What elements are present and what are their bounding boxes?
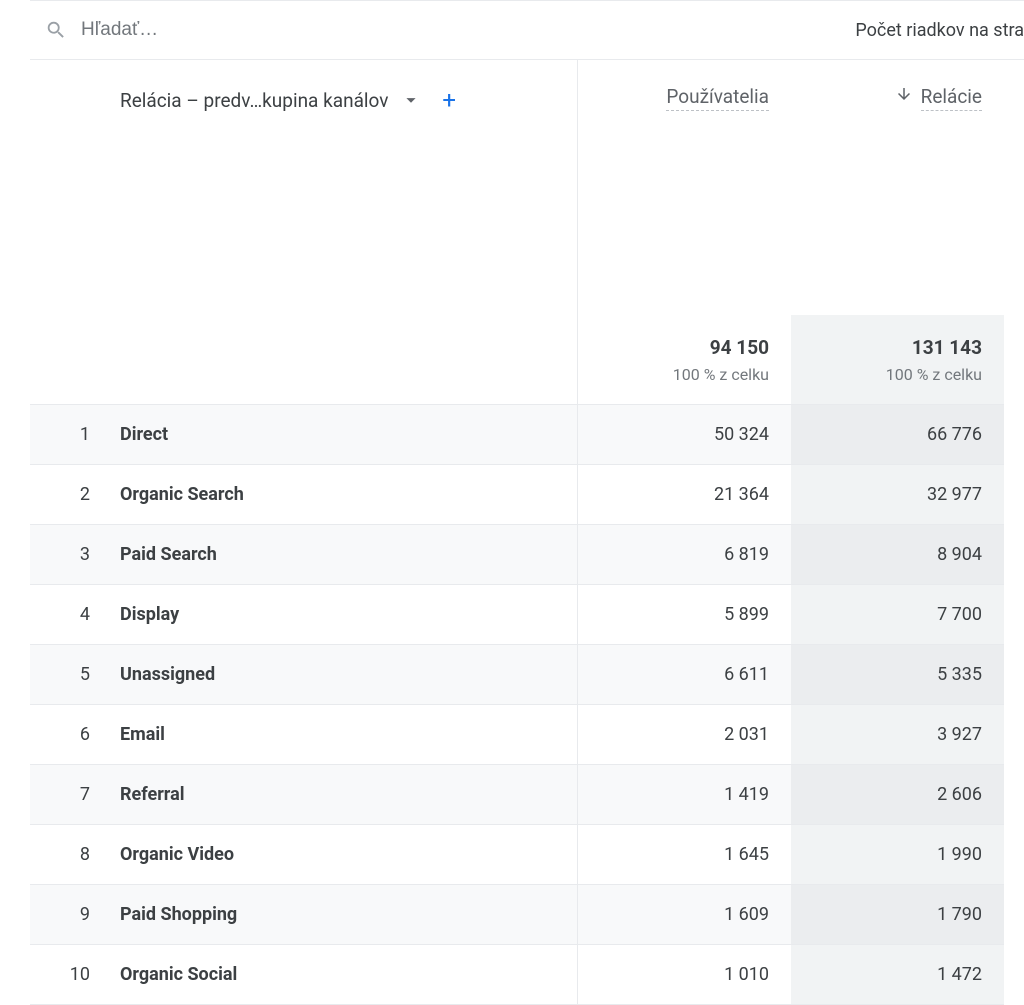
row-label: Organic Search (120, 484, 244, 505)
chevron-down-icon[interactable] (400, 89, 422, 111)
row-index: 1 (30, 424, 120, 445)
metric-label: Používatelia (666, 85, 769, 111)
row-label: Paid Search (120, 544, 217, 565)
metric-header-users[interactable]: Používatelia (578, 60, 791, 135)
metric-cell: 5 899 (578, 585, 791, 645)
metric-cell: 1 645 (578, 825, 791, 885)
rows-per-page-label: Počet riadkov na stra (855, 20, 1024, 41)
row-label: Paid Shopping (120, 904, 237, 925)
row-label: Display (120, 604, 179, 625)
search-input[interactable] (81, 19, 381, 41)
metric-label: Relácie (921, 85, 982, 111)
table-row[interactable]: 9Paid Shopping (30, 885, 577, 945)
row-label: Organic Social (120, 964, 237, 985)
row-label: Referral (120, 784, 185, 805)
row-index: 9 (30, 904, 120, 925)
row-label: Email (120, 724, 165, 745)
metric-cell: 3 927 (791, 705, 1004, 765)
total-value: 131 143 (912, 336, 982, 359)
metric-total-sessions: 131 143 100 % z celku (791, 315, 1004, 405)
total-percent: 100 % z celku (673, 365, 769, 384)
search-row: Počet riadkov na stra (30, 1, 1024, 60)
metric-header-sessions[interactable]: Relácie (791, 60, 1004, 135)
table-row[interactable]: 1Direct (30, 405, 577, 465)
dimension-selector[interactable]: Relácia – predv…kupina kanálov (120, 89, 388, 112)
total-value: 94 150 (710, 336, 769, 359)
metric-cell: 6 819 (578, 525, 791, 585)
metric-cell: 1 010 (578, 945, 791, 1005)
metric-cell: 5 335 (791, 645, 1004, 705)
table-row[interactable]: 5Unassigned (30, 645, 577, 705)
sort-descending-icon (895, 85, 913, 103)
table-row[interactable]: 6Email (30, 705, 577, 765)
row-index: 5 (30, 664, 120, 685)
metric-cell: 6 611 (578, 645, 791, 705)
add-dimension-button[interactable]: + (442, 88, 456, 112)
metric-cell: 1 790 (791, 885, 1004, 945)
metric-cell: 1 472 (791, 945, 1004, 1005)
total-percent: 100 % z celku (886, 365, 982, 384)
row-index: 4 (30, 604, 120, 625)
dimension-header: Relácia – predv…kupina kanálov + (30, 60, 577, 135)
metric-cell: 8 904 (791, 525, 1004, 585)
metric-cell: 2 031 (578, 705, 791, 765)
metric-column-sessions: Relácie 131 143 100 % z celku 66 77632 9… (791, 60, 1004, 1005)
metric-cell: 66 776 (791, 405, 1004, 465)
metric-cell: 1 990 (791, 825, 1004, 885)
row-index: 7 (30, 784, 120, 805)
metric-cell: 1 419 (578, 765, 791, 825)
metric-column-users: Používatelia 94 150 100 % z celku 50 324… (578, 60, 791, 1005)
metric-cell: 50 324 (578, 405, 791, 465)
metric-cell: 21 364 (578, 465, 791, 525)
table-row[interactable]: 8Organic Video (30, 825, 577, 885)
row-index: 2 (30, 484, 120, 505)
table-row[interactable]: 7Referral (30, 765, 577, 825)
table-row[interactable]: 2Organic Search (30, 465, 577, 525)
table-row[interactable]: 3Paid Search (30, 525, 577, 585)
row-index: 6 (30, 724, 120, 745)
row-label: Unassigned (120, 664, 215, 685)
metric-total-users: 94 150 100 % z celku (578, 315, 791, 405)
metric-cell: 1 609 (578, 885, 791, 945)
row-index: 3 (30, 544, 120, 565)
row-index: 10 (30, 964, 120, 985)
table-row[interactable]: 4Display (30, 585, 577, 645)
row-label: Direct (120, 424, 168, 445)
row-label: Organic Video (120, 844, 234, 865)
table-row[interactable]: 10Organic Social (30, 945, 577, 1005)
metric-cell: 32 977 (791, 465, 1004, 525)
data-table: Relácia – predv…kupina kanálov + 1Direct… (30, 60, 1024, 1005)
metric-cell: 2 606 (791, 765, 1004, 825)
search-icon (45, 19, 67, 41)
metric-cell: 7 700 (791, 585, 1004, 645)
row-index: 8 (30, 844, 120, 865)
